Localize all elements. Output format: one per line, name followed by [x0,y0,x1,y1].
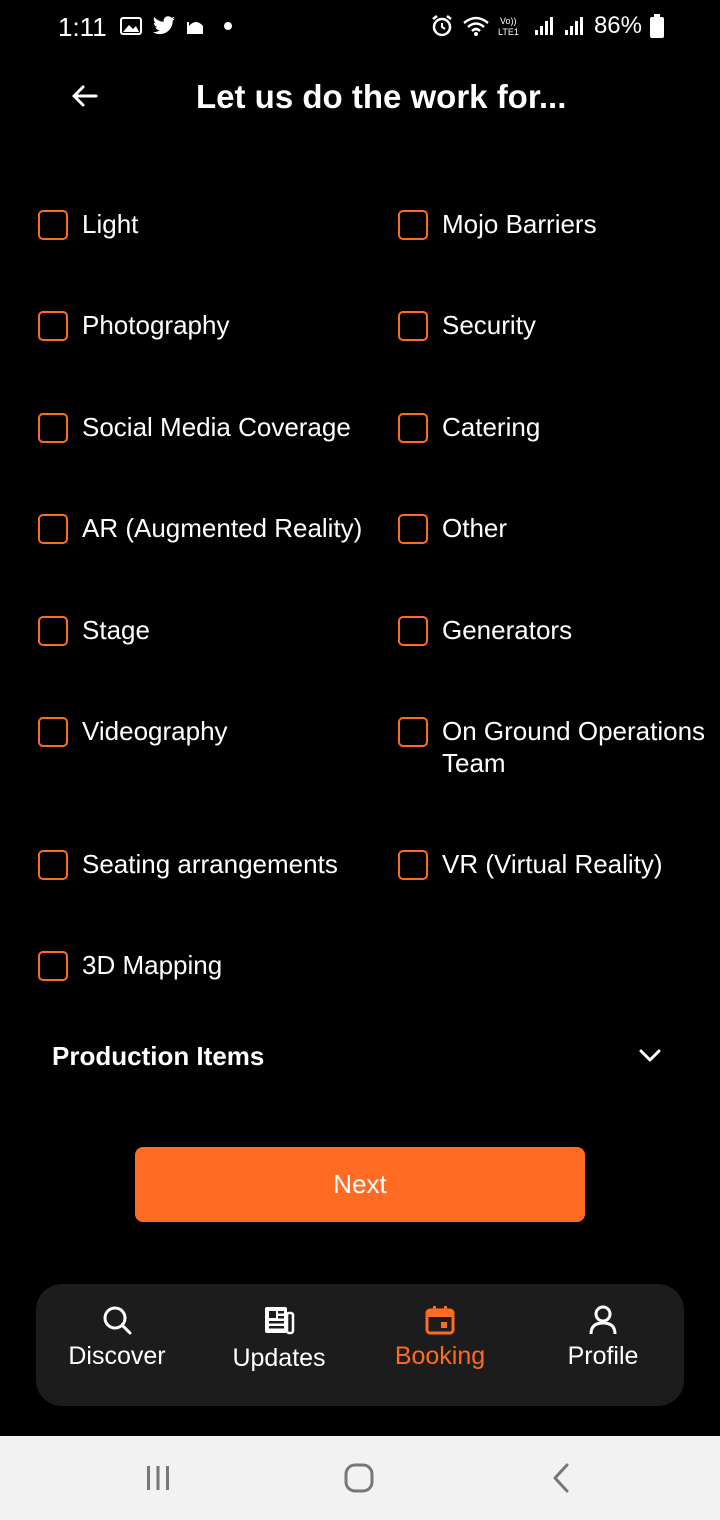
calendar-icon [425,1306,455,1335]
bottom-nav: Discover Updates Booking Profile [36,1284,684,1406]
arrow-left-icon [72,85,98,107]
production-items-title: Production Items [52,1040,265,1071]
twitter-icon [153,16,175,35]
checkbox-label: Social Media Coverage [82,412,351,442]
checkbox-label: Security [442,310,536,340]
checkbox[interactable] [38,413,68,443]
checkbox[interactable] [38,311,68,341]
checkbox-item-catering[interactable]: Catering [398,412,541,443]
signal-icon [534,17,553,35]
checkbox[interactable] [38,210,68,240]
checkbox[interactable] [398,311,428,341]
checkbox-item-seating[interactable]: Seating arrangements [38,849,338,880]
checkbox[interactable] [38,951,68,981]
svg-text:Vo)): Vo)) [500,16,517,26]
status-time: 1:11 [58,12,107,42]
checkbox-item-photography[interactable]: Photography [38,310,230,341]
checkbox-item-other[interactable]: Other [398,513,508,544]
notification-icons [120,16,232,36]
dot-icon [224,22,232,30]
checkbox[interactable] [398,717,428,747]
checkbox[interactable] [398,210,428,240]
checkbox[interactable] [38,717,68,747]
checkbox-label: Photography [82,310,230,340]
checkbox-item-stage[interactable]: Stage [38,615,150,646]
checkbox[interactable] [38,514,68,544]
services-list[interactable]: Light Photography Social Media Coverage … [0,128,720,1028]
checkbox-item-security[interactable]: Security [398,310,536,341]
checkbox-label: Mojo Barriers [442,209,597,239]
checkbox-item-videography[interactable]: Videography [38,716,228,747]
person-icon [589,1305,617,1335]
checkbox-label: Seating arrangements [82,849,338,879]
checkbox[interactable] [398,413,428,443]
nav-label: Updates [232,1344,326,1372]
system-back-button[interactable] [541,1458,581,1498]
checkbox[interactable] [398,514,428,544]
checkbox-item-generators[interactable]: Generators [398,615,573,646]
signal-icon-2 [564,17,583,35]
checkbox-item-light[interactable]: Light [38,209,139,240]
checkbox-label: Light [82,209,139,239]
recent-apps-icon [147,1466,169,1490]
nav-label: Discover [68,1342,166,1370]
checkbox-label: Videography [82,716,228,746]
back-button[interactable] [64,76,104,116]
battery-icon [650,14,664,38]
checkbox-label: Generators [442,615,573,645]
checkbox[interactable] [398,850,428,880]
alarm-icon [432,15,452,37]
wifi-icon [463,16,489,36]
checkbox[interactable] [38,850,68,880]
checkbox-label: AR (Augmented Reality) [82,513,363,543]
checkbox-item-vr[interactable]: VR (Virtual Reality) [398,849,663,880]
system-nav-bar [0,1436,720,1520]
checkbox-item-ar[interactable]: AR (Augmented Reality) [38,513,363,544]
next-button[interactable]: Next [135,1147,585,1222]
status-right: Vo)) LTE1 86% [430,12,664,40]
checkbox-label: 3D Mapping [82,950,223,980]
nav-discover[interactable]: Discover [42,1304,192,1371]
checkbox-label: Other [442,513,508,543]
checkbox-item-on-ground-ops[interactable]: On Ground Operations Team [398,716,714,779]
home-icon [344,1463,374,1493]
page-title: Let us do the work for... [196,78,567,115]
recent-apps-button[interactable] [138,1458,178,1498]
checkbox-label: Catering [442,412,541,442]
nav-updates[interactable]: Updates [204,1304,354,1373]
checkbox[interactable] [38,616,68,646]
gallery-icon [120,17,142,35]
mosque-icon [187,22,203,34]
checkbox-label: VR (Virtual Reality) [442,849,663,879]
lte-icon: Vo))LTE1 [498,16,519,37]
checkbox-label: Stage [82,615,150,645]
home-button[interactable] [339,1458,379,1498]
battery-percent: 86% [593,12,642,39]
nav-profile[interactable]: Profile [528,1304,678,1371]
svg-text:LTE1: LTE1 [498,27,519,37]
nav-label: Profile [567,1342,639,1370]
chevron-left-icon [553,1463,569,1493]
search-icon [103,1306,132,1335]
nav-booking[interactable]: Booking [365,1304,515,1371]
chevron-down-icon [639,1049,661,1062]
checkbox-label: On Ground Operations Team [442,716,706,778]
status-bar: 1:11 Vo)) LTE1 86% [0,0,720,58]
checkbox[interactable] [398,616,428,646]
checkbox-item-mojo-barriers[interactable]: Mojo Barriers [398,209,597,240]
checkbox-item-social-media[interactable]: Social Media Coverage [38,412,351,443]
app-header: Let us do the work for... [0,58,720,138]
nav-label: Booking [394,1342,486,1370]
newspaper-icon [265,1307,295,1335]
production-items-toggle[interactable]: Production Items [52,1036,672,1076]
checkbox-item-3d-mapping[interactable]: 3D Mapping [38,950,223,981]
